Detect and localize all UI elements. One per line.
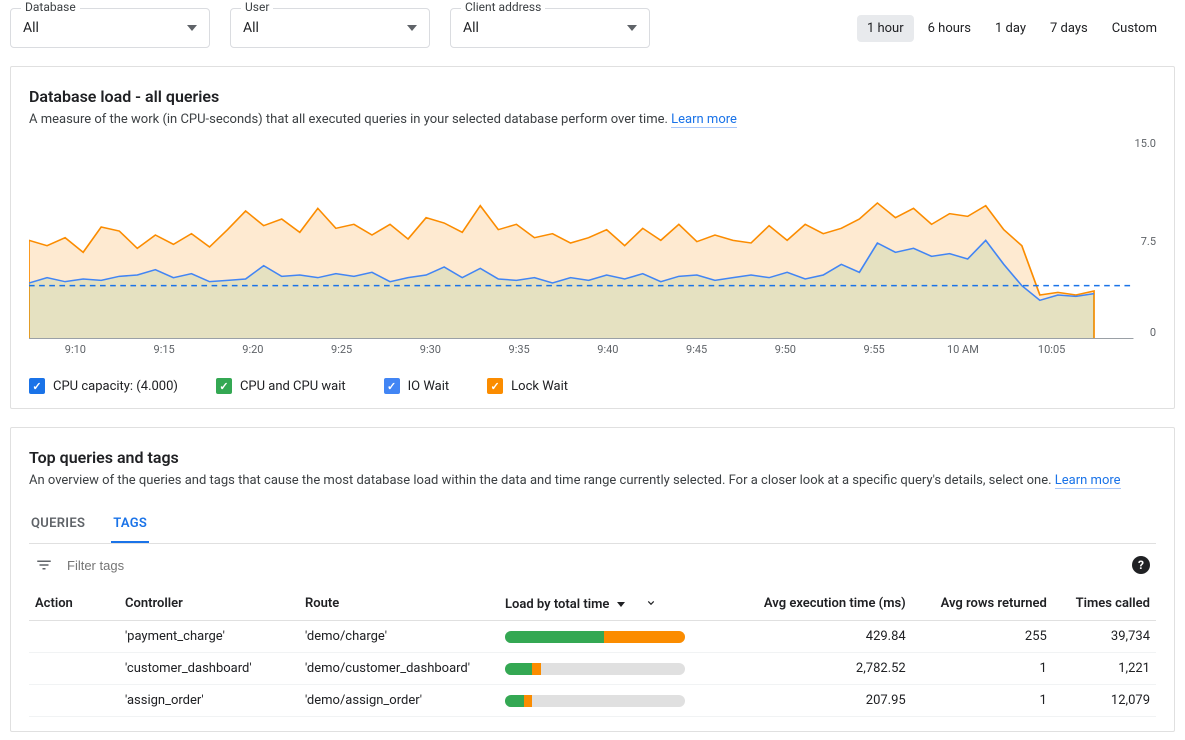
time-range-custom[interactable]: Custom: [1102, 15, 1175, 42]
cell-times-called: 39,734: [1053, 621, 1156, 653]
x-tick-label: 9:30: [386, 343, 475, 356]
col-action[interactable]: Action: [29, 586, 119, 621]
database-select[interactable]: Database All: [10, 8, 210, 48]
database-select-value: All: [23, 20, 187, 36]
legend-item[interactable]: ✓CPU and CPU wait: [216, 378, 346, 394]
x-tick-label: 10:05: [1007, 343, 1096, 356]
col-load[interactable]: Load by total time: [499, 586, 728, 621]
cell-load: [499, 653, 728, 685]
legend-item[interactable]: ✓CPU capacity: (4.000): [29, 378, 178, 394]
x-tick-label: 9:50: [741, 343, 830, 356]
client-address-select[interactable]: Client address All: [450, 8, 650, 48]
filter-tags-input[interactable]: [65, 557, 1120, 574]
table-row[interactable]: 'payment_charge' 'demo/charge' 429.84 25…: [29, 621, 1156, 653]
cell-route: 'demo/customer_dashboard': [299, 653, 499, 685]
x-tick-label: 9:35: [475, 343, 564, 356]
chevron-down-icon: [407, 25, 417, 31]
time-range-option[interactable]: 6 hours: [918, 15, 981, 42]
x-tick-label: 9:40: [564, 343, 653, 356]
x-tick-label: 9:20: [209, 343, 298, 356]
legend-item[interactable]: ✓Lock Wait: [487, 378, 568, 394]
y-tick-label: 0: [1150, 326, 1156, 339]
database-load-card: Database load - all queries A measure of…: [10, 66, 1175, 409]
top-queries-title: Top queries and tags: [29, 448, 1156, 467]
table-row[interactable]: 'assign_order' 'demo/assign_order' 207.9…: [29, 685, 1156, 717]
top-queries-desc: An overview of the queries and tags that…: [29, 473, 1156, 488]
cell-avg-rows: 1: [912, 685, 1053, 717]
time-range-option[interactable]: 7 days: [1040, 15, 1098, 42]
time-range-option[interactable]: 1 hour: [857, 15, 914, 42]
database-load-desc: A measure of the work (in CPU-seconds) t…: [29, 112, 1156, 127]
tabs: QUERIES TAGS: [29, 506, 1156, 544]
cell-controller: 'assign_order': [119, 685, 299, 717]
cell-avg-rows: 1: [912, 653, 1053, 685]
col-avg-exec[interactable]: Avg execution time (ms): [728, 586, 912, 621]
learn-more-link[interactable]: Learn more: [1055, 473, 1121, 489]
cell-avg-exec: 207.95: [728, 685, 912, 717]
time-range-selector: 1 hour6 hours1 day7 daysCustom: [857, 15, 1175, 42]
col-route[interactable]: Route: [299, 586, 499, 621]
chart-legend: ✓CPU capacity: (4.000)✓CPU and CPU wait✓…: [29, 378, 1156, 394]
cell-load: [499, 685, 728, 717]
tab-queries[interactable]: QUERIES: [29, 506, 87, 543]
cell-avg-exec: 2,782.52: [728, 653, 912, 685]
x-axis: 9:109:159:209:259:309:359:409:459:509:55…: [29, 343, 1156, 356]
user-select[interactable]: User All: [230, 8, 430, 48]
chevron-down-icon: [627, 25, 637, 31]
table-row[interactable]: 'customer_dashboard' 'demo/customer_dash…: [29, 653, 1156, 685]
x-tick-label: 9:15: [120, 343, 209, 356]
database-load-chart: 15.0 7.5 0: [29, 139, 1156, 339]
checkbox-icon: ✓: [216, 378, 232, 394]
y-tick-label: 7.5: [1141, 235, 1156, 248]
x-tick-label: 9:25: [297, 343, 386, 356]
chevron-down-icon: [187, 25, 197, 31]
checkbox-icon: ✓: [29, 378, 45, 394]
cell-load: [499, 621, 728, 653]
cell-controller: 'customer_dashboard': [119, 653, 299, 685]
cell-times-called: 1,221: [1053, 653, 1156, 685]
col-controller[interactable]: Controller: [119, 586, 299, 621]
cell-avg-rows: 255: [912, 621, 1053, 653]
database-load-title: Database load - all queries: [29, 87, 1156, 106]
user-select-value: All: [243, 20, 407, 36]
client-address-select-label: Client address: [461, 0, 545, 14]
cell-route: 'demo/assign_order': [299, 685, 499, 717]
x-tick-label: 10 AM: [919, 343, 1008, 356]
tags-table: Action Controller Route Load by total ti…: [29, 586, 1156, 717]
client-address-select-value: All: [463, 20, 627, 36]
cell-times-called: 12,079: [1053, 685, 1156, 717]
help-icon[interactable]: ?: [1132, 556, 1150, 574]
user-select-label: User: [241, 0, 273, 14]
top-queries-card: Top queries and tags An overview of the …: [10, 427, 1175, 732]
col-times-called[interactable]: Times called: [1053, 586, 1156, 621]
legend-item[interactable]: ✓IO Wait: [384, 378, 450, 394]
col-avg-rows[interactable]: Avg rows returned: [912, 586, 1053, 621]
x-tick-label: 9:10: [31, 343, 120, 356]
tab-tags[interactable]: TAGS: [111, 506, 149, 543]
y-tick-label: 15.0: [1135, 137, 1156, 150]
database-select-label: Database: [21, 0, 80, 14]
sort-desc-icon: [617, 602, 625, 607]
checkbox-icon: ✓: [384, 378, 400, 394]
checkbox-icon: ✓: [487, 378, 503, 394]
cell-avg-exec: 429.84: [728, 621, 912, 653]
cell-route: 'demo/charge': [299, 621, 499, 653]
arrow-down-icon: [644, 594, 656, 606]
learn-more-link[interactable]: Learn more: [671, 112, 737, 128]
filter-icon: [35, 556, 53, 574]
x-tick-label: 9:55: [830, 343, 919, 356]
cell-controller: 'payment_charge': [119, 621, 299, 653]
x-tick-label: 9:45: [652, 343, 741, 356]
time-range-option[interactable]: 1 day: [985, 15, 1036, 42]
